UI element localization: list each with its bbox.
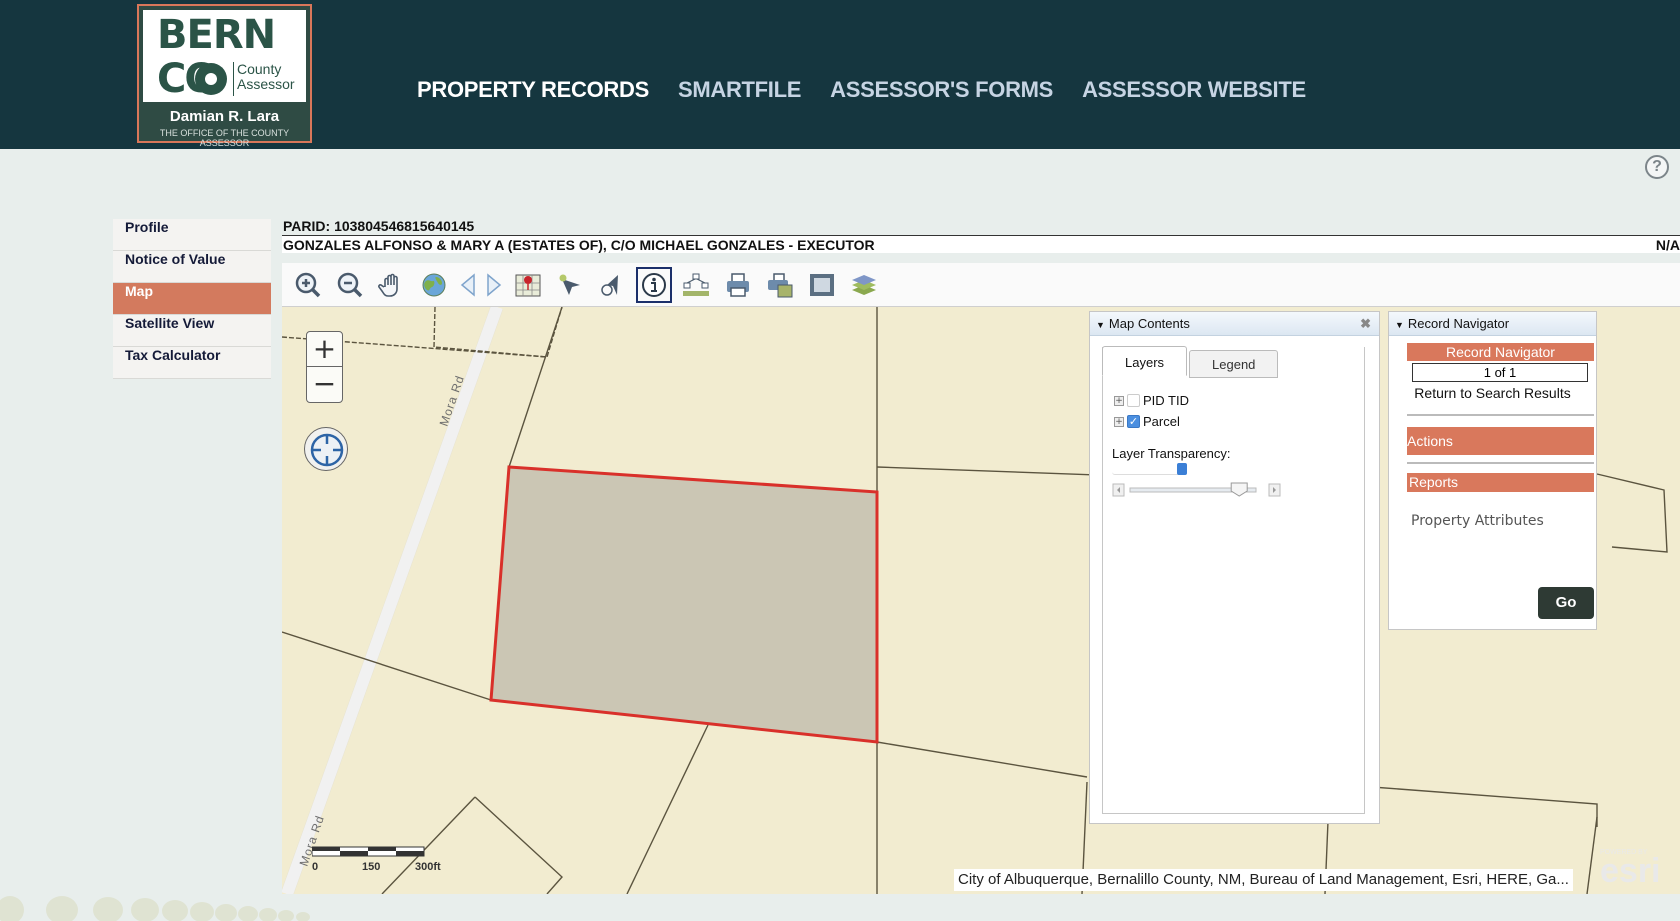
zoom-out-icon[interactable]	[332, 267, 368, 303]
map-contents-tabs: Layers Legend	[1102, 346, 1280, 378]
expand-icon[interactable]: +	[1114, 395, 1124, 406]
sidebar-item-profile[interactable]: Profile	[113, 219, 271, 251]
record-navigator-bar: Record Navigator	[1407, 343, 1594, 361]
print-icon[interactable]	[720, 267, 756, 303]
tab-legend[interactable]: Legend	[1189, 350, 1279, 378]
sidebar-item-map[interactable]: Map	[113, 283, 271, 315]
layers-icon[interactable]	[846, 267, 882, 303]
fullscreen-icon[interactable]	[804, 267, 840, 303]
map-contents-title: Map Contents	[1108, 316, 1190, 331]
record-navigator-panel: ▼ Record Navigator Record Navigator 1 of …	[1388, 311, 1597, 630]
logo-divider	[233, 62, 234, 96]
actions-dropdown[interactable]: Actions	[1407, 427, 1594, 455]
zoom-control: + −	[306, 331, 343, 403]
nav-assessor-website[interactable]: ASSESSOR WEBSITE	[1082, 77, 1306, 103]
logo-bern: BERN	[157, 12, 276, 58]
zoom-in-button[interactable]: +	[307, 332, 342, 367]
parcel-id: PARID: 103804546815640145	[283, 218, 475, 234]
record-navigator-title: Record Navigator	[1407, 316, 1510, 331]
map-contents-header[interactable]: ▼ Map Contents ✖	[1090, 312, 1379, 336]
esri-wordmark: esri	[1600, 852, 1661, 890]
close-icon[interactable]: ✖	[1360, 312, 1371, 336]
owner-name: GONZALES ALFONSO & MARY A (ESTATES OF), …	[283, 237, 875, 253]
scale-label-300: 300ft	[415, 861, 441, 873]
layer-checkbox-pid-tid[interactable]	[1127, 394, 1140, 407]
layer-transparency-select[interactable]	[1112, 463, 1187, 475]
help-icon[interactable]: ?	[1645, 155, 1669, 179]
map-pin-icon[interactable]	[510, 267, 546, 303]
transparency-slider[interactable]	[1112, 482, 1282, 498]
layer-parcel: + ✓ Parcel	[1114, 414, 1180, 429]
previous-extent-icon[interactable]	[458, 267, 478, 303]
map-contents-panel: ▼ Map Contents ✖ Layers Legend + PID TID …	[1089, 311, 1380, 824]
return-to-search-link[interactable]: Return to Search Results	[1389, 385, 1596, 401]
sidebar: Profile Notice of Value Map Satellite Vi…	[113, 219, 271, 379]
tab-layers[interactable]: Layers	[1102, 346, 1188, 376]
report-option-property-attributes[interactable]: Property Attributes	[1411, 513, 1544, 529]
print-preview-icon[interactable]	[762, 267, 798, 303]
reports-header[interactable]: Reports	[1407, 473, 1594, 492]
zoom-out-button[interactable]: −	[307, 367, 342, 402]
layer-label: PID TID	[1143, 393, 1189, 408]
nav-smartfile[interactable]: SMARTFILE	[678, 77, 801, 103]
zia-symbol-icon	[195, 63, 227, 95]
esri-logo[interactable]: POWERED BY esri	[1600, 849, 1670, 889]
pan-hand-icon[interactable]	[374, 267, 410, 303]
assessor-name: Damian R. Lara	[169, 108, 280, 125]
identify-info-icon[interactable]	[636, 266, 672, 303]
sidebar-item-tax-calculator[interactable]: Tax Calculator	[113, 347, 271, 379]
scale-label-150: 150	[362, 861, 381, 873]
nav-property-records[interactable]: PROPERTY RECORDS	[417, 77, 649, 103]
main-nav: PROPERTY RECORDS SMARTFILE ASSESSOR'S FO…	[417, 77, 1306, 103]
record-count: 1 of 1	[1412, 363, 1588, 382]
measure-icon[interactable]	[678, 267, 714, 303]
go-button[interactable]: Go	[1538, 587, 1594, 619]
expand-icon[interactable]: +	[1114, 416, 1124, 427]
layer-pid-tid: + PID TID	[1114, 393, 1189, 408]
scale-label-0: 0	[312, 861, 319, 873]
logo-county-assessor: County Assessor	[237, 62, 295, 92]
layer-checkbox-parcel[interactable]: ✓	[1127, 415, 1140, 428]
footer-decoration	[0, 894, 1680, 921]
map-attribution: City of Albuquerque, Bernalillo County, …	[954, 869, 1573, 891]
slider-thumb	[1230, 482, 1248, 497]
logo-assessor: Assessor	[237, 76, 295, 92]
sidebar-item-satellite-view[interactable]: Satellite View	[113, 315, 271, 347]
selected-parcel[interactable]	[489, 465, 879, 744]
map-toolbar	[282, 263, 1680, 307]
select-pointer-icon[interactable]	[552, 267, 588, 303]
sidebar-item-notice-of-value[interactable]: Notice of Value	[113, 251, 271, 283]
divider	[1407, 462, 1594, 464]
divider	[1407, 414, 1594, 416]
owner-line: GONZALES ALFONSO & MARY A (ESTATES OF), …	[282, 235, 1680, 253]
zoom-in-icon[interactable]	[290, 267, 326, 303]
collapse-triangle-icon[interactable]: ▼	[1395, 320, 1404, 330]
scale-bar: 0 150 300ft	[311, 843, 441, 873]
select-arrow-icon[interactable]	[1177, 463, 1187, 475]
collapse-triangle-icon[interactable]: ▼	[1096, 320, 1105, 330]
footer-dots	[0, 896, 310, 921]
nav-assessors-forms[interactable]: ASSESSOR'S FORMS	[830, 77, 1053, 103]
bernco-logo[interactable]: BERN CO County Assessor Damian R. Lara T…	[137, 4, 312, 148]
next-extent-icon[interactable]	[484, 267, 504, 303]
layer-transparency-label: Layer Transparency:	[1112, 446, 1231, 461]
record-status: N/A	[1655, 237, 1680, 253]
logo-county: County	[237, 61, 282, 77]
header: BERN CO County Assessor Damian R. Lara T…	[0, 0, 1680, 149]
assessor-office: THE OFFICE OF THE COUNTY ASSESSOR	[159, 128, 290, 148]
layer-label: Parcel	[1143, 414, 1180, 429]
locate-crosshair-icon[interactable]	[304, 427, 348, 471]
map-view[interactable]: Mora Rd Mora Rd + − 0 150 300ft City of …	[282, 307, 1680, 894]
select-cursor-icon[interactable]	[594, 267, 630, 303]
record-navigator-header[interactable]: ▼ Record Navigator	[1389, 312, 1596, 336]
full-extent-globe-icon[interactable]	[416, 267, 452, 303]
